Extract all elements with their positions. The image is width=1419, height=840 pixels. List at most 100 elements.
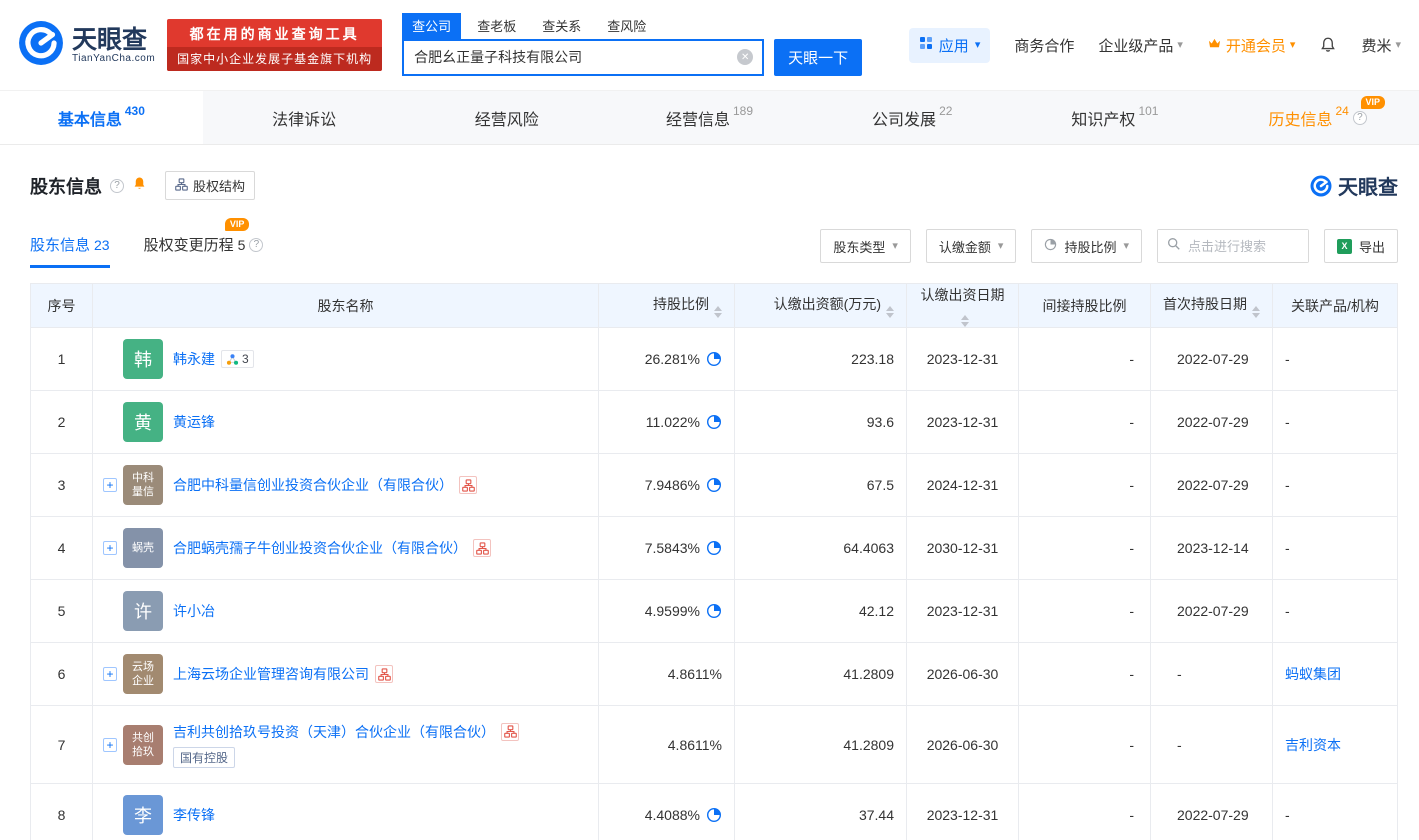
search-tab-company[interactable]: 查公司: [402, 12, 462, 39]
shareholder-name-link[interactable]: 上海云场企业管理咨询有限公司: [173, 664, 369, 684]
avatar[interactable]: 韩: [123, 339, 163, 379]
tab-equity-change-history[interactable]: VIP 股权变更历程 5: [144, 218, 264, 268]
equity-structure-button[interactable]: 股权结构: [165, 171, 256, 200]
col-header-first-date[interactable]: 首次持股日期: [1150, 283, 1273, 328]
tianyancha-logo[interactable]: 天眼查 TianYanCha.com: [18, 20, 155, 71]
sort-icon[interactable]: [714, 306, 722, 318]
shareholder-name-link[interactable]: 合肥中科量信创业投资合伙企业（有限合伙）: [173, 475, 453, 495]
related-entity-link[interactable]: 蚂蚁集团: [1285, 666, 1341, 682]
bell-icon: [1321, 37, 1336, 52]
col-header-date[interactable]: 认缴出资日期: [906, 283, 1019, 328]
search-input-wrap: [402, 38, 765, 76]
tab-shareholder-info[interactable]: 股东信息 23: [30, 224, 110, 268]
ratio-value: 7.5843%: [644, 540, 700, 556]
avatar[interactable]: 云场 企业: [123, 654, 163, 694]
chevron-down-icon: [892, 241, 898, 252]
menu-enterprise-products[interactable]: 企业级产品: [1098, 35, 1183, 56]
shareholding-pie-icon[interactable]: [706, 351, 722, 367]
sort-icon[interactable]: [886, 306, 894, 318]
nav-tab-business-info[interactable]: 经营信息 189: [608, 91, 811, 144]
vip-badge: VIP: [224, 218, 250, 231]
avatar[interactable]: 黄: [123, 402, 163, 442]
notification-bell-icon[interactable]: [132, 176, 147, 196]
promo-banner: 都在用的商业查询工具 国家中小企业发展子基金旗下机构: [167, 19, 383, 71]
filter-shareholding-ratio[interactable]: 持股比例: [1031, 229, 1142, 263]
shareholding-pie-icon[interactable]: [706, 414, 722, 430]
equity-structure-icon[interactable]: [473, 539, 491, 557]
expand-button[interactable]: [103, 541, 117, 555]
col-header-ratio[interactable]: 持股比例: [598, 283, 735, 328]
related-value: -: [1272, 516, 1398, 580]
date-value: 2023-12-31: [906, 327, 1019, 391]
filter-subscribed-amount[interactable]: 认缴金额: [925, 229, 1017, 263]
search-tab-boss[interactable]: 查老板: [467, 13, 526, 39]
row-index: 6: [30, 642, 93, 706]
promo-line1: 都在用的商业查询工具: [189, 26, 360, 42]
menu-open-vip[interactable]: 开通会员: [1207, 35, 1296, 56]
relationship-graph-badge[interactable]: 3: [221, 350, 254, 368]
table-row: 5 许 许小冶 4.9599% 42.12 2023-12-31 - 2022-…: [30, 579, 1398, 643]
notifications-button[interactable]: [1319, 36, 1337, 54]
nav-tab-legal[interactable]: 法律诉讼: [203, 91, 406, 144]
expand-button[interactable]: [103, 478, 117, 492]
expand-button[interactable]: [103, 737, 117, 752]
ratio-value: 7.9486%: [644, 477, 700, 493]
shareholder-name-link[interactable]: 许小冶: [173, 601, 215, 621]
nav-tab-company-development[interactable]: 公司发展 22: [811, 91, 1014, 144]
avatar[interactable]: 许: [123, 591, 163, 631]
shareholder-name-link[interactable]: 黄运锋: [173, 412, 215, 432]
user-menu[interactable]: 费米: [1361, 35, 1401, 56]
amount-value: 67.5: [734, 453, 907, 517]
shareholding-pie-icon[interactable]: [706, 603, 722, 619]
nav-tab-ip[interactable]: 知识产权 101: [1014, 91, 1217, 144]
equity-structure-icon[interactable]: [375, 665, 393, 683]
avatar[interactable]: 李: [123, 795, 163, 835]
avatar[interactable]: 蜗壳: [123, 528, 163, 568]
shareholder-name-link[interactable]: 韩永建: [173, 349, 215, 369]
search-input[interactable]: [404, 40, 763, 74]
shareholder-name-link[interactable]: 吉利共创拾玖号投资（天津）合伙企业（有限合伙）: [173, 722, 495, 742]
shareholding-pie-icon[interactable]: [706, 807, 722, 823]
expand-button[interactable]: [103, 667, 117, 681]
brand-watermark: 天眼查: [1310, 171, 1398, 200]
equity-structure-icon: [175, 177, 188, 194]
shareholder-name-link[interactable]: 李传锋: [173, 805, 215, 825]
sort-icon[interactable]: [961, 315, 969, 327]
main-content: 股东信息 股权结构 天眼查 股东信息 23 VIP 股权变更历程 5: [0, 145, 1419, 840]
equity-structure-icon[interactable]: [501, 722, 519, 741]
table-filters: 股东类型 认缴金额 持股比例 导出: [820, 229, 1398, 263]
menu-business-cooperation[interactable]: 商务合作: [1014, 35, 1074, 56]
col-header-amount[interactable]: 认缴出资额(万元): [734, 283, 907, 328]
table-row: 7 共创 拾玖 吉利共创拾玖号投资（天津）合伙企业（有限合伙） 国有控股: [30, 705, 1398, 784]
nav-tab-operational-risk[interactable]: 经营风险: [405, 91, 608, 144]
nav-tab-count: 430: [124, 103, 145, 118]
avatar[interactable]: 共创 拾玖: [123, 724, 163, 765]
question-icon[interactable]: [110, 178, 124, 193]
nav-tab-basic-info[interactable]: 基本信息 430: [0, 91, 203, 144]
sort-icon[interactable]: [1252, 306, 1260, 318]
shareholder-name-link[interactable]: 合肥蜗壳孺子牛创业投资合伙企业（有限合伙）: [173, 538, 467, 558]
search-tab-risk[interactable]: 查风险: [597, 13, 656, 39]
date-value: 2024-12-31: [906, 453, 1019, 517]
question-icon[interactable]: [249, 237, 264, 252]
filter-shareholder-type[interactable]: 股东类型: [820, 229, 911, 263]
equity-structure-icon[interactable]: [459, 476, 477, 494]
nav-tab-history[interactable]: VIP 历史信息 24: [1216, 91, 1419, 144]
avatar[interactable]: 中科 量信: [123, 465, 163, 505]
shareholders-table: 序号 股东名称 持股比例 认缴出资额(万元) 认缴出资日期 间接持股比例 首次持…: [30, 283, 1398, 840]
related-entity-link[interactable]: 吉利资本: [1285, 737, 1341, 753]
shareholding-pie-icon[interactable]: [706, 477, 722, 493]
nav-tab-label: 法律诉讼: [272, 111, 337, 129]
search-tab-relation[interactable]: 查关系: [532, 13, 591, 39]
question-icon[interactable]: [1352, 110, 1367, 125]
indirect-value: -: [1018, 705, 1151, 784]
brand-watermark-text: 天眼查: [1338, 177, 1398, 199]
table-row: 1 韩 韩永建 3 26.281% 223.18 2023-12-31 - 20…: [30, 327, 1398, 391]
shareholding-pie-icon[interactable]: [706, 540, 722, 556]
export-button[interactable]: 导出: [1323, 229, 1398, 263]
apps-menu[interactable]: 应用: [908, 27, 991, 63]
row-index: 5: [30, 579, 93, 643]
first-date-value: -: [1150, 705, 1273, 784]
grid-icon: [919, 36, 933, 54]
search-button[interactable]: 天眼一下: [774, 38, 863, 76]
